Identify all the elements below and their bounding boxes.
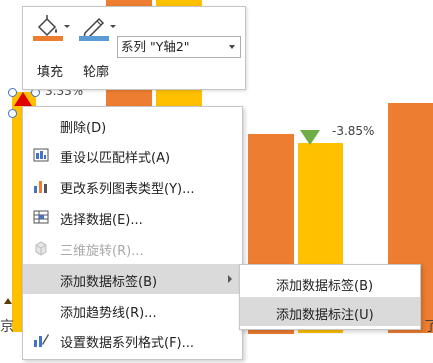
menu-item-label: 三维旋转(R)... [60,244,144,259]
down-triangle-marker [300,130,320,145]
submenu-item-add-data-callouts[interactable]: 添加数据标注(U) [240,297,420,326]
menu-item-label: 重设以匹配样式(A) [60,151,171,166]
menu-item-label: 添加趋势线(R)... [60,306,157,321]
submenu-item-add-data-labels[interactable]: 添加数据标签(B) [240,268,420,297]
up-triangle-marker [14,92,32,106]
fill-button[interactable]: 填充 [27,11,73,83]
series-select-value: 系列 "Y轴2" [121,39,190,54]
menu-item-add-data-labels[interactable]: 添加数据标签(B) [23,264,242,294]
chevron-down-icon [229,45,235,49]
menu-item-label: 删除(D) [60,121,107,136]
axis-tick [4,298,12,304]
pen-outline-icon [79,17,116,41]
axis-label-fragment: 了 [424,319,433,335]
submenu-item-label: 添加数据标签(B) [276,279,374,294]
format-series-icon [34,334,49,347]
context-menu: 删除(D) 重设以匹配样式(A) 更改系列图表类型(Y)... 选择数据(E).… [22,106,243,360]
series-select[interactable]: 系列 "Y轴2" [117,36,241,58]
reset-style-icon [33,148,49,162]
menu-item-add-trendline[interactable]: 添加趋势线(R)... [23,296,242,324]
menu-item-3d-rotation: 三维旋转(R)... [23,234,242,262]
data-label-right: -3.85% [332,124,375,138]
chevron-right-icon [228,275,232,283]
outline-button[interactable]: 轮廓 [73,11,119,83]
menu-item-label: 添加数据标签(B) [60,275,158,290]
data-labels-submenu: 添加数据标签(B) 添加数据标注(U) [239,264,421,330]
menu-item-reset-style[interactable]: 重设以匹配样式(A) [23,141,242,169]
menu-item-format-series[interactable]: 设置数据系列格式(F)... [23,326,242,354]
menu-item-change-chart-type[interactable]: 更改系列图表类型(Y)... [23,172,242,200]
paint-bucket-icon [33,15,70,41]
selection-handle[interactable] [8,109,17,118]
rotate-3d-icon [35,241,47,256]
mini-toolbar: 填充 轮廓 系列 "Y轴2" [22,6,246,90]
chart-type-icon [34,181,47,193]
submenu-item-label: 添加数据标注(U) [276,308,374,323]
select-data-icon [33,210,49,224]
menu-item-label: 设置数据系列格式(F)... [60,336,195,351]
menu-item-label: 选择数据(E)... [60,213,143,228]
menu-item-delete[interactable]: 删除(D) [23,111,242,139]
menu-item-label: 更改系列图表类型(Y)... [60,182,195,197]
fill-label: 填充 [36,65,63,80]
outline-label: 轮廓 [82,65,109,80]
axis-label-fragment: 京 [0,319,14,335]
menu-item-select-data[interactable]: 选择数据(E)... [23,203,242,231]
